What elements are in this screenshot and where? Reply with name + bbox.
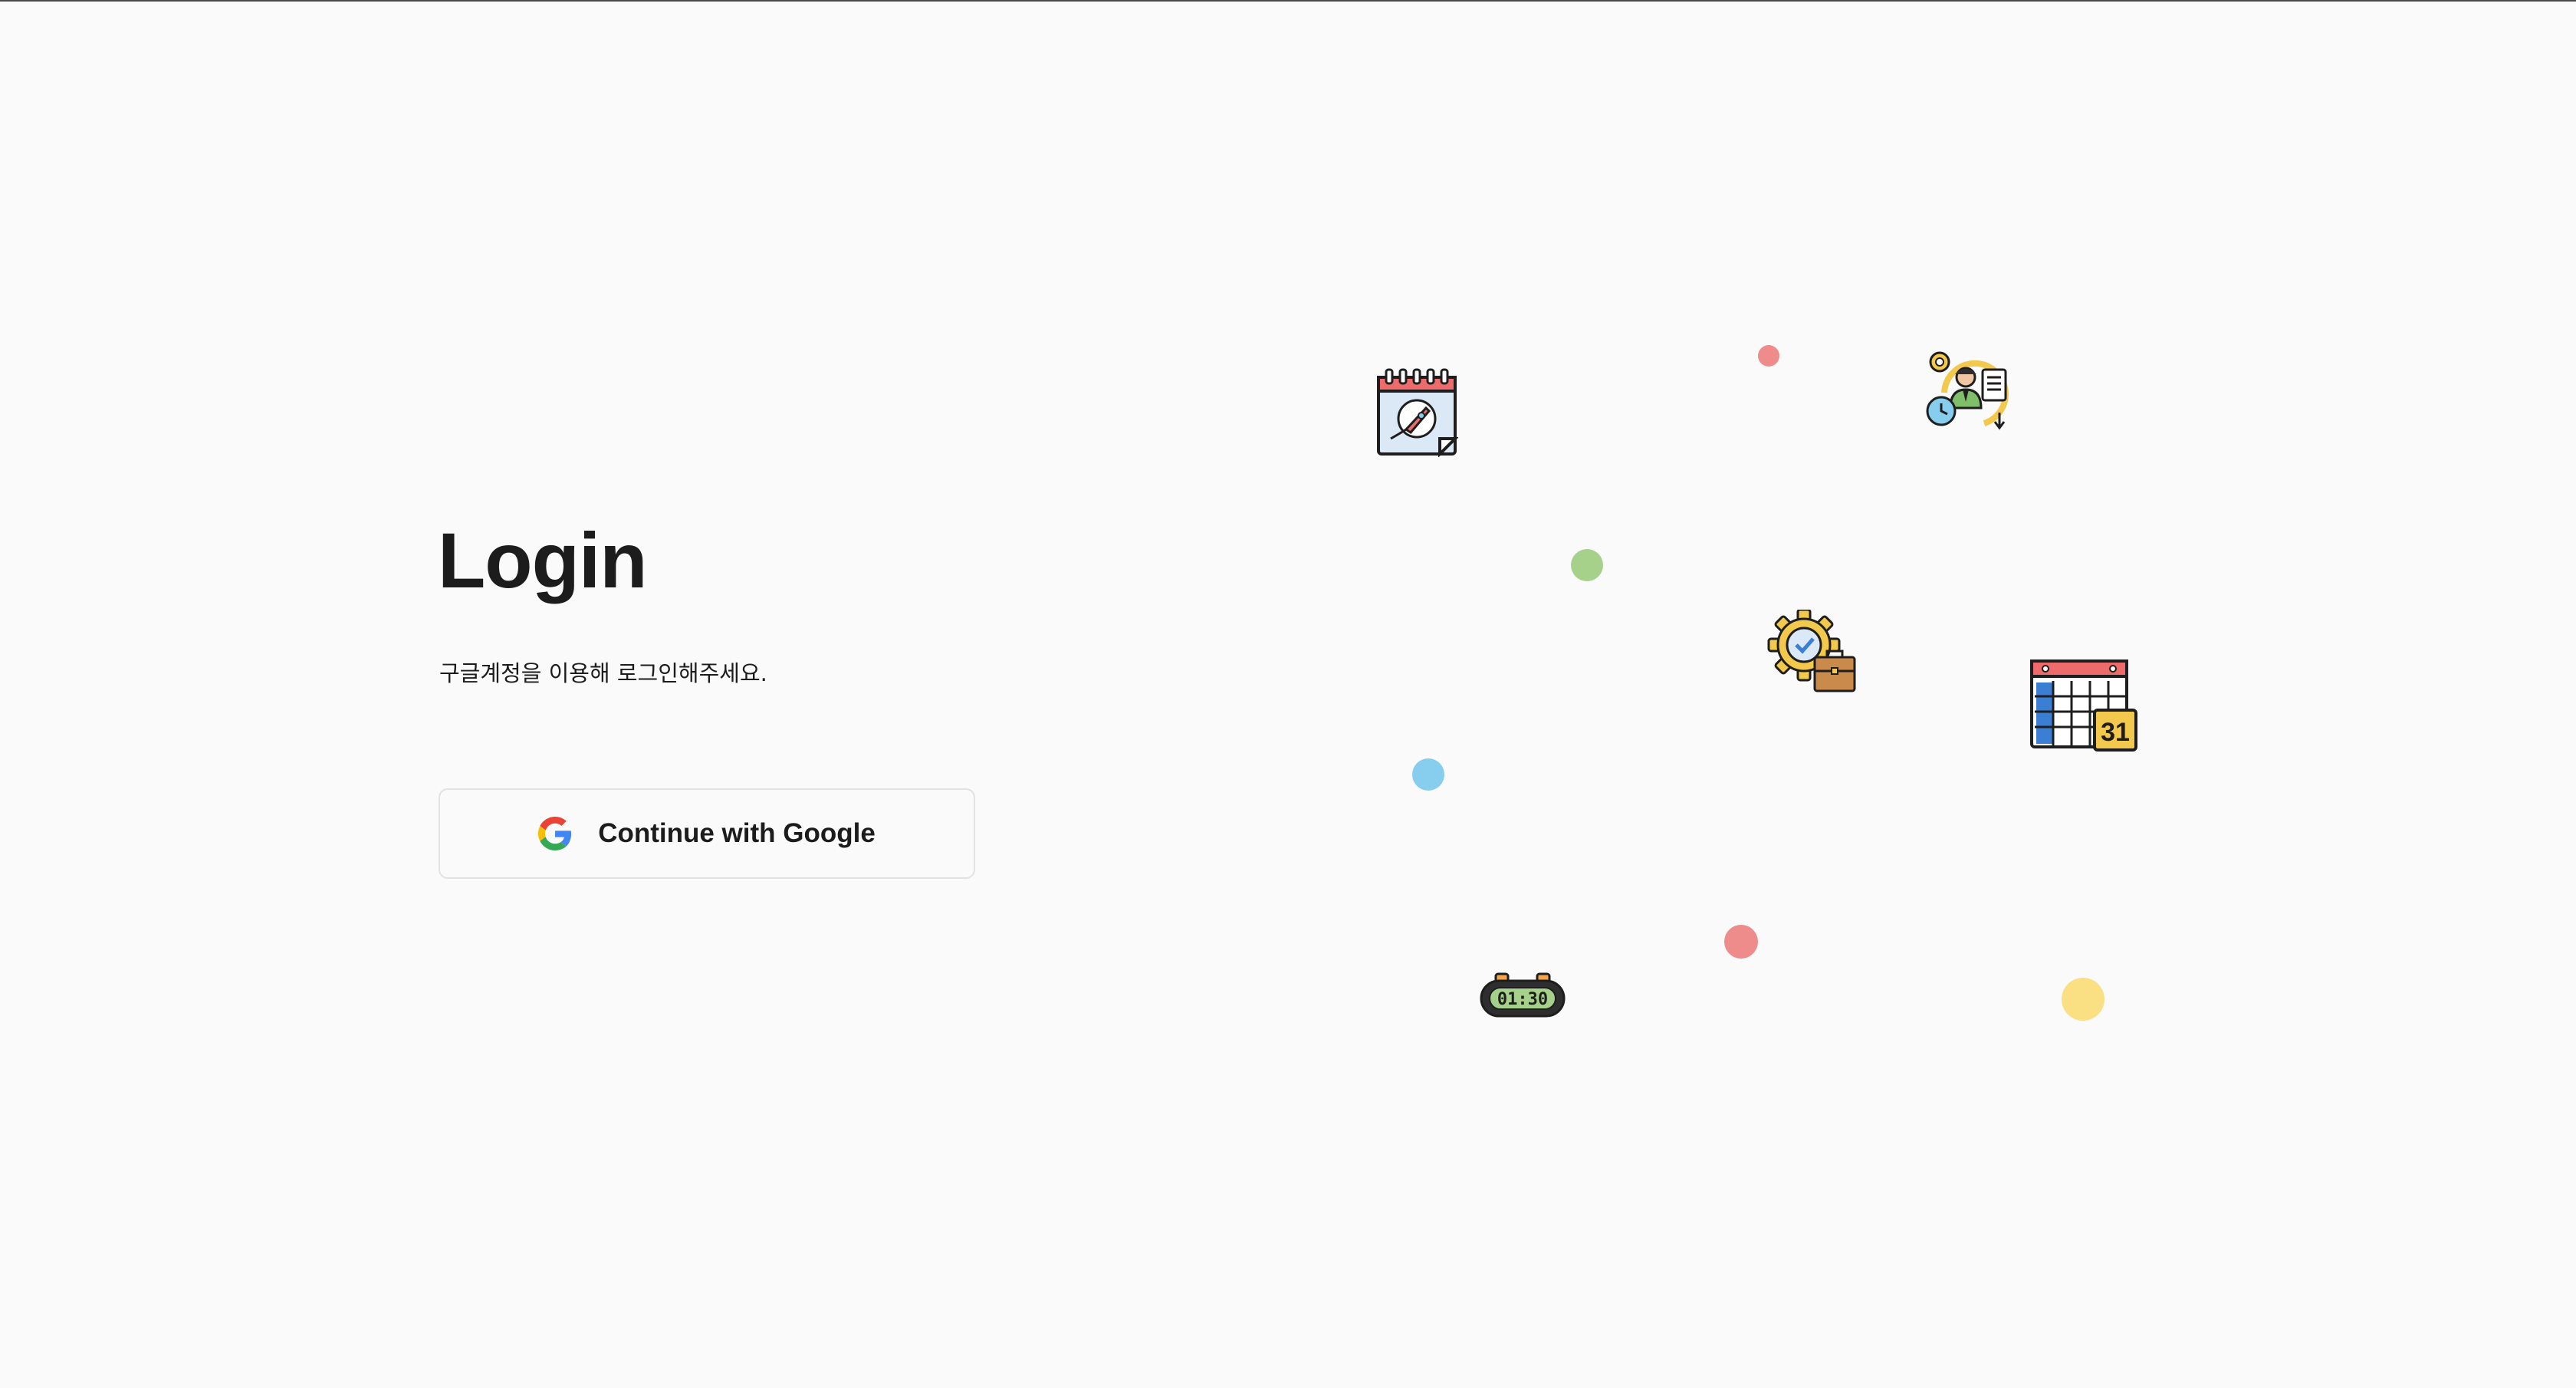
gear-briefcase-icon [1767, 610, 1856, 692]
decorative-dot-yellow [2062, 978, 2104, 1021]
decorative-dot-red-large [1724, 925, 1758, 959]
decorative-dot-green [1571, 549, 1603, 581]
calendar-day-number: 31 [2101, 718, 2130, 747]
google-button-label: Continue with Google [598, 818, 876, 848]
login-page: Login 구글계정을 이용해 로그인해주세요. Continue with G… [0, 0, 2576, 1388]
rocket-calendar-icon [1377, 368, 1458, 457]
page-title: Login [438, 517, 648, 604]
continue-with-google-button[interactable]: Continue with Google [439, 788, 975, 879]
decorative-dot-red-small [1758, 345, 1779, 367]
digital-timer-icon: 01:30 [1480, 972, 1566, 1018]
workflow-person-icon [1926, 351, 2009, 430]
decorative-dot-blue [1412, 758, 1444, 791]
login-subtitle: 구글계정을 이용해 로그인해주세요. [439, 660, 767, 686]
google-icon [538, 817, 572, 850]
timer-display: 01:30 [1497, 990, 1548, 1009]
table-calendar-icon: 31 [2030, 659, 2137, 752]
